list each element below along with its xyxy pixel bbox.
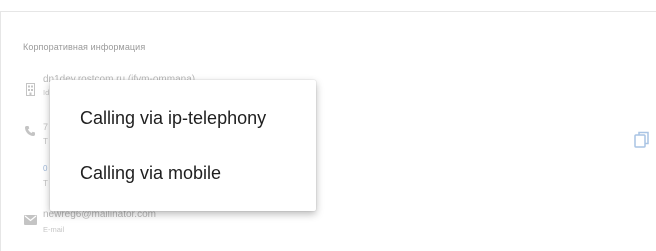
building-icon [23,82,37,96]
phone-label: T [43,137,48,146]
extra-row-value[interactable]: 0 [43,164,47,173]
copy-icon[interactable] [634,131,650,149]
section-title: Корпоративная информация [23,42,146,52]
email-label: E-mail [43,225,65,234]
company-label: Id [43,88,50,97]
call-options-menu: Calling via ip-telephony Calling via mob… [50,80,316,211]
phone-icon [23,124,37,138]
menu-item-ip-telephony[interactable]: Calling via ip-telephony [50,98,316,138]
phone-value[interactable]: 7 [43,122,48,132]
mail-icon [23,213,37,227]
menu-item-mobile[interactable]: Calling via mobile [50,153,316,193]
extra-row-label: T [43,179,48,188]
contact-page: Корпоративная информация dn1dev.rostcom.… [0,0,656,251]
